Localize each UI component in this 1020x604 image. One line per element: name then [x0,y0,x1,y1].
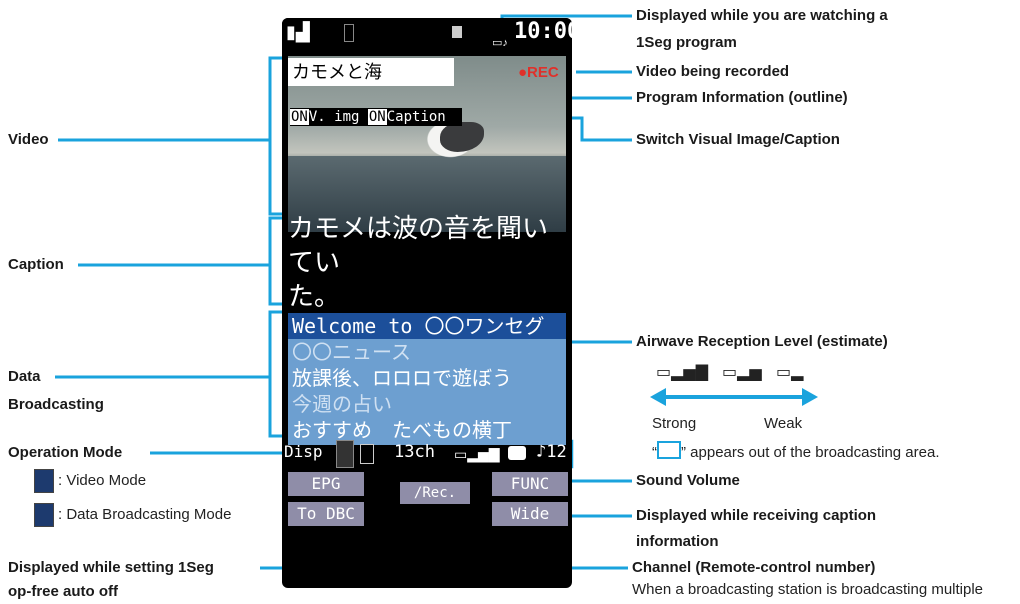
auto-off-icon [360,444,374,464]
to-dbc-softkey[interactable]: To DBC [288,502,364,526]
label-receiving-2: information [636,533,719,550]
center-key[interactable]: /Rec. [400,482,470,504]
battery-icon [344,24,354,42]
label-autooff-2: op-free auto off [8,583,118,600]
out-of-area-text: ” appears out of the broadcasting area. [681,444,940,461]
label-caption: Caption [8,256,64,273]
out-of-area-icon [657,441,681,459]
dbc-item[interactable]: 今週の占い [288,391,566,417]
label-strong: Strong [652,415,697,432]
antenna-icon: ▮▟ [286,22,310,42]
dbc-item[interactable]: Welcome to 〇〇ワンセグ [288,313,566,339]
reception-level-icon: ▭▂▅▇ [454,446,500,462]
volume-value: 12 [546,442,567,462]
dbc-item[interactable]: 〇〇ニュース [288,339,566,365]
switch-on-badge: ON [367,109,387,125]
label-data-mode: : Data Broadcasting Mode [58,506,232,523]
dbc-item[interactable]: 放課後、ロロロで遊ぼう [288,365,566,391]
status-bar: ▮▟ ▭♪ 10:00 [282,18,572,49]
label-airwave: Airwave Reception Level (estimate) [636,333,888,350]
signal-weak-icon: ▭▂ [776,364,804,381]
label-video: Video [8,131,49,148]
wide-softkey[interactable]: Wide [492,502,568,526]
data-broadcast-panel[interactable]: Welcome to 〇〇ワンセグ 〇〇ニュース 放課後、ロロロで遊ぼう 今週の… [288,313,566,445]
label-broadcasting: Broadcasting [8,396,104,413]
label-out-of-area: “” appears out of the broadcasting area. [652,441,940,464]
tv-data-mode-icon [34,503,54,527]
caption-text: カモメは波の音を聞いてい た。 [288,212,572,314]
tv-mode-icon [336,440,354,468]
signal-strong-icon: ▭▂▅▇ [656,364,709,381]
label-program-info: Program Information (outline) [636,89,848,106]
signal-medium-icon: ▭▂▅ [722,364,762,381]
channel-number: 13ch [394,442,435,462]
epg-softkey[interactable]: EPG [288,472,364,496]
label-sound: Sound Volume [636,472,740,489]
label-channel-desc: When a broadcasting station is broadcast… [632,581,984,598]
label-switch: Switch Visual Image/Caption [636,131,840,148]
label-data: Data [8,368,41,385]
volume-level: ♪12 [536,442,567,462]
caption-line: カモメは波の音を聞いてい [288,214,549,278]
watching-indicator-icon: ▭♪ [492,37,508,49]
switch-bar[interactable]: ONV. img ONCaption [290,108,462,126]
switch-on-badge: ON [290,109,309,125]
tv-video-mode-icon [34,469,54,493]
label-channel: Channel (Remote-control number) [632,559,876,576]
center-key-label: /Rec. [413,485,457,501]
switch-vimg: V. img [308,109,360,125]
label-video-mode: : Video Mode [58,472,147,489]
label-receiving-1: Displayed while receiving caption [636,507,877,524]
program-info-text: カモメと海 [292,62,382,82]
label-watching-2: 1Seg program [636,34,737,51]
dbc-item[interactable]: おすすめ たべもの横丁 [288,417,566,443]
func-softkey[interactable]: FUNC [492,472,568,496]
program-info: カモメと海 [288,58,454,86]
video-area: カモメと海 ●REC ONV. img ONCaption [288,56,566,232]
disp-indicator: Disp [284,442,323,461]
clock: 10:00 [514,19,572,44]
switch-caption: Caption [386,109,446,125]
phone-screen: ▮▟ ▭♪ 10:00 カモメと海 ●REC ONV. img ONCaptio… [282,18,572,588]
rec-indicator: ●REC [518,64,559,81]
label-autooff-1: Displayed while setting 1Seg [8,559,214,576]
label-watching-1: Displayed while you are watching a [636,7,888,24]
caption-line: た。 [288,282,341,312]
label-recording: Video being recorded [636,63,790,80]
caption-icon [508,446,526,460]
onseg-icon [452,26,462,38]
label-operation-mode: Operation Mode [8,444,123,461]
label-weak: Weak [764,415,803,432]
